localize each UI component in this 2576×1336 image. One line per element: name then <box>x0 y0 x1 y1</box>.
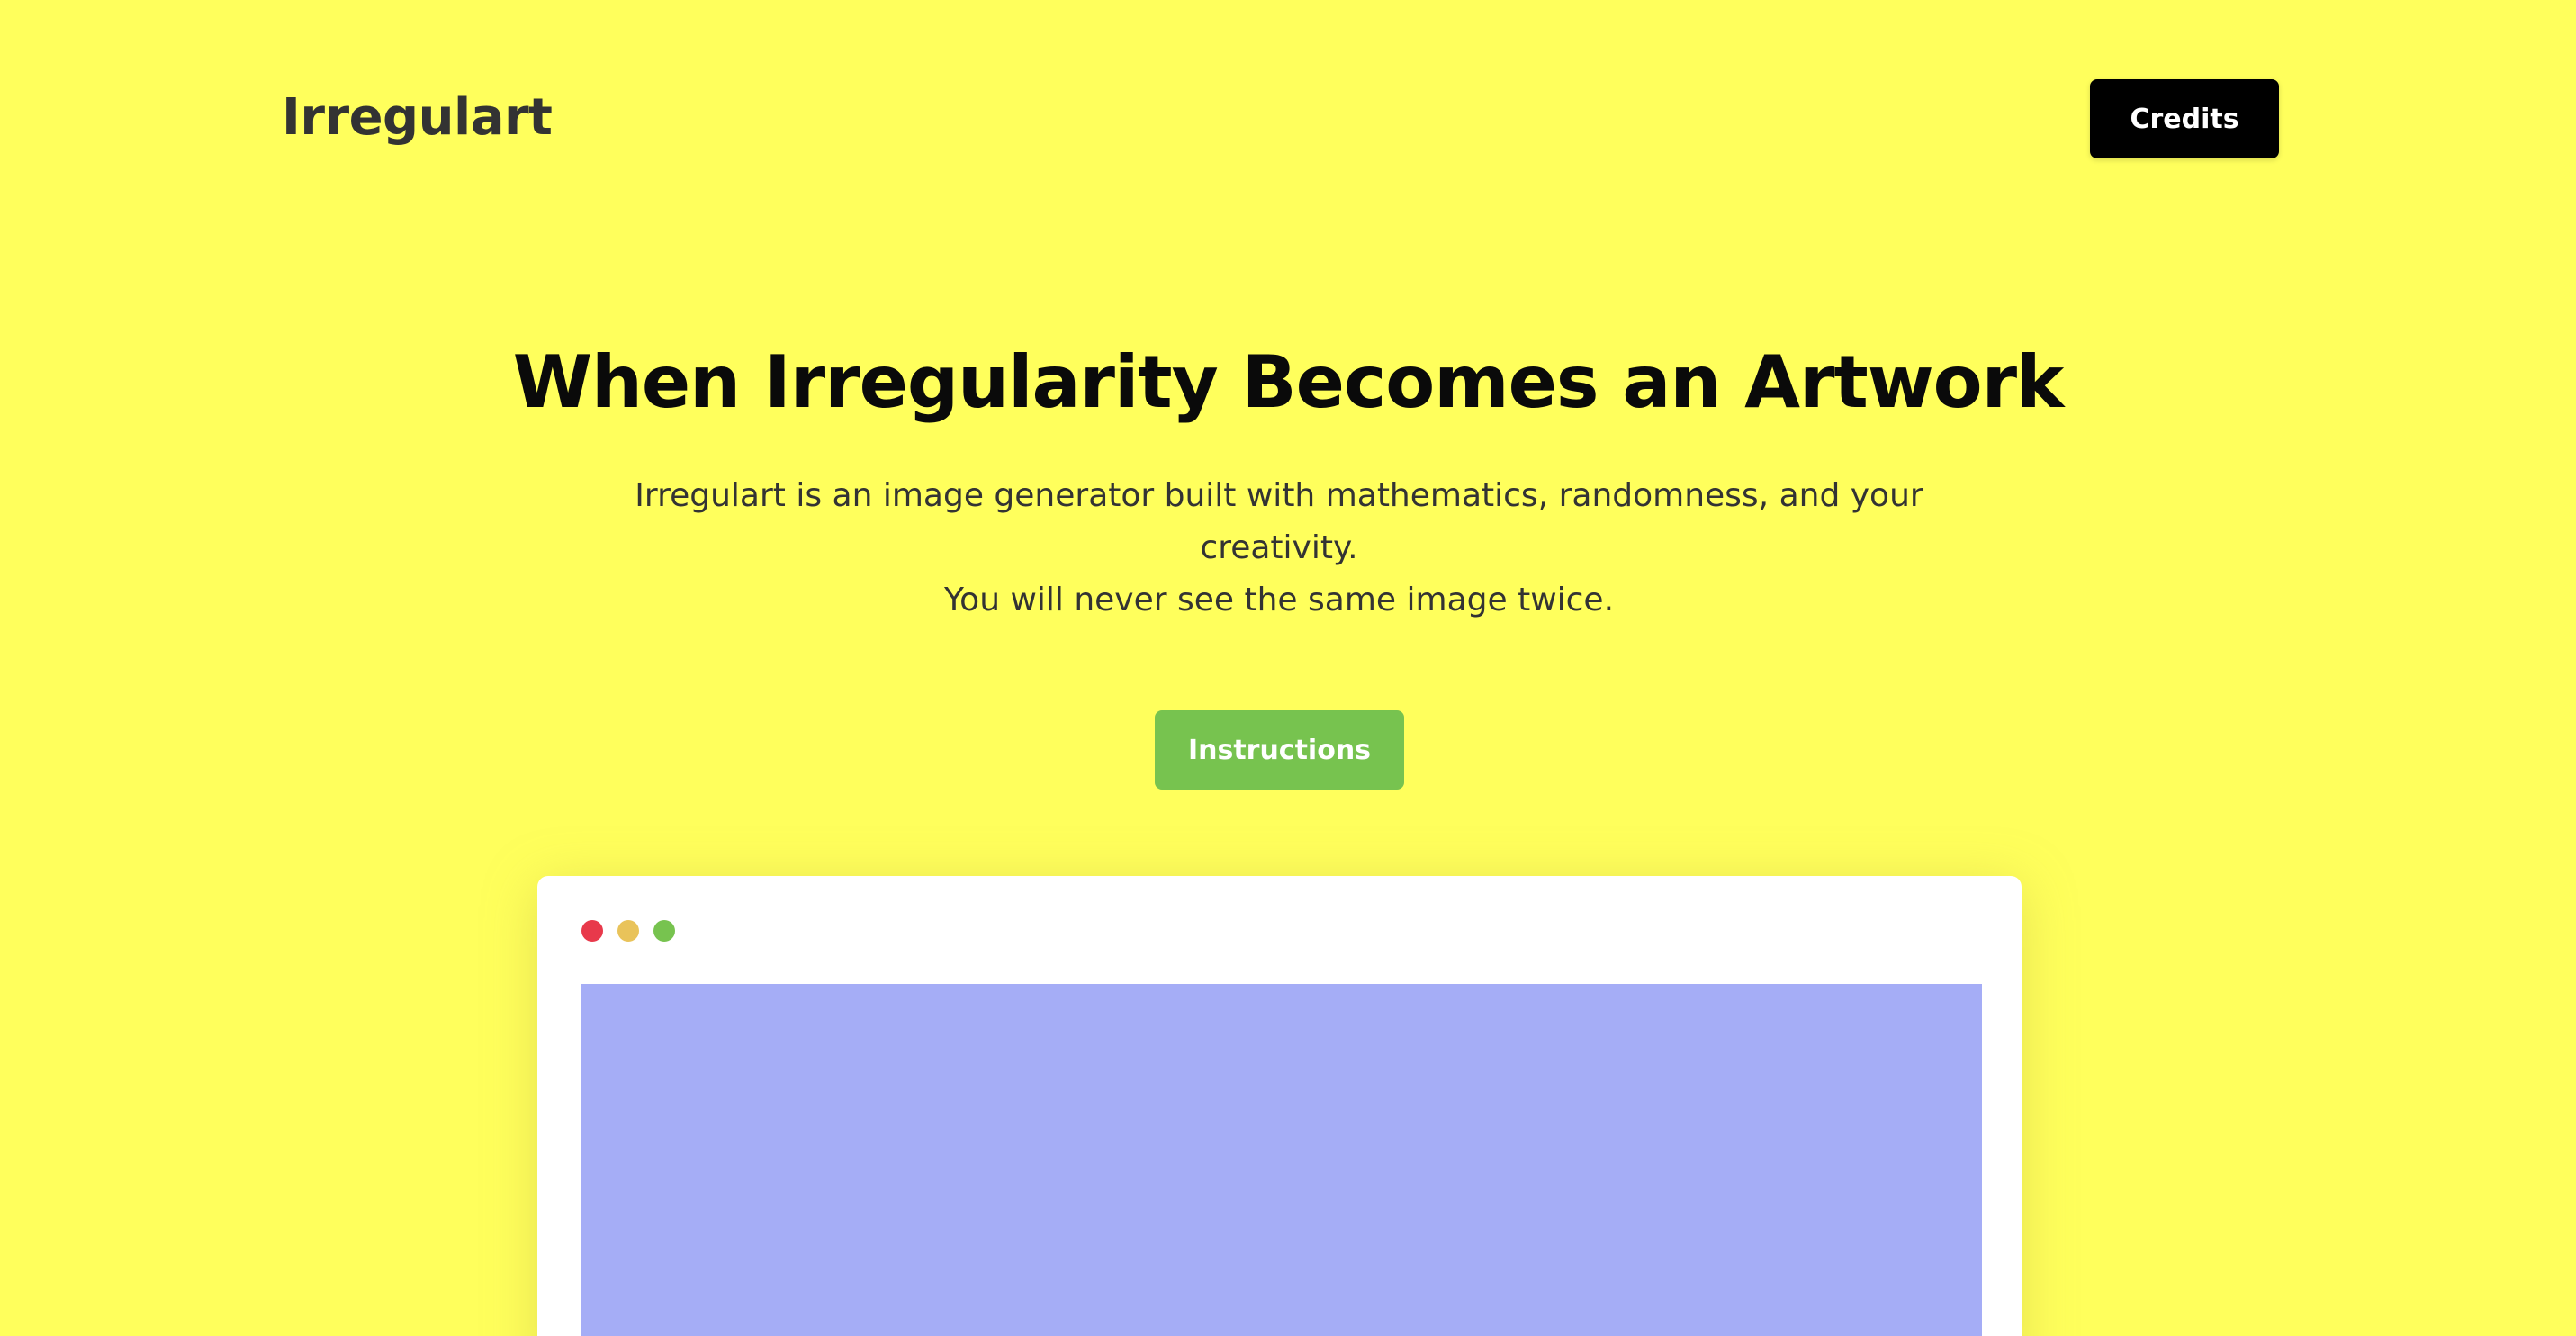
hero-description-line-1: Irregulart is an image generator built w… <box>635 477 1923 566</box>
artwork-canvas[interactable] <box>581 984 1982 1336</box>
site-logo[interactable]: Irregulart <box>282 88 553 147</box>
hero-description: Irregulart is an image generator built w… <box>613 470 1945 627</box>
landing-page: Irregulart Credits When Irregularity Bec… <box>0 0 2576 1336</box>
credits-button[interactable]: Credits <box>2090 79 2279 158</box>
preview-window <box>537 876 2022 1336</box>
window-minimize-dot <box>617 920 639 942</box>
instructions-button[interactable]: Instructions <box>1155 710 1404 790</box>
window-maximize-dot <box>653 920 675 942</box>
hero-title: When Irregularity Becomes an Artwork <box>512 340 2065 424</box>
hero-description-line-2: You will never see the same image twice. <box>943 582 1615 618</box>
window-close-dot <box>581 920 603 942</box>
